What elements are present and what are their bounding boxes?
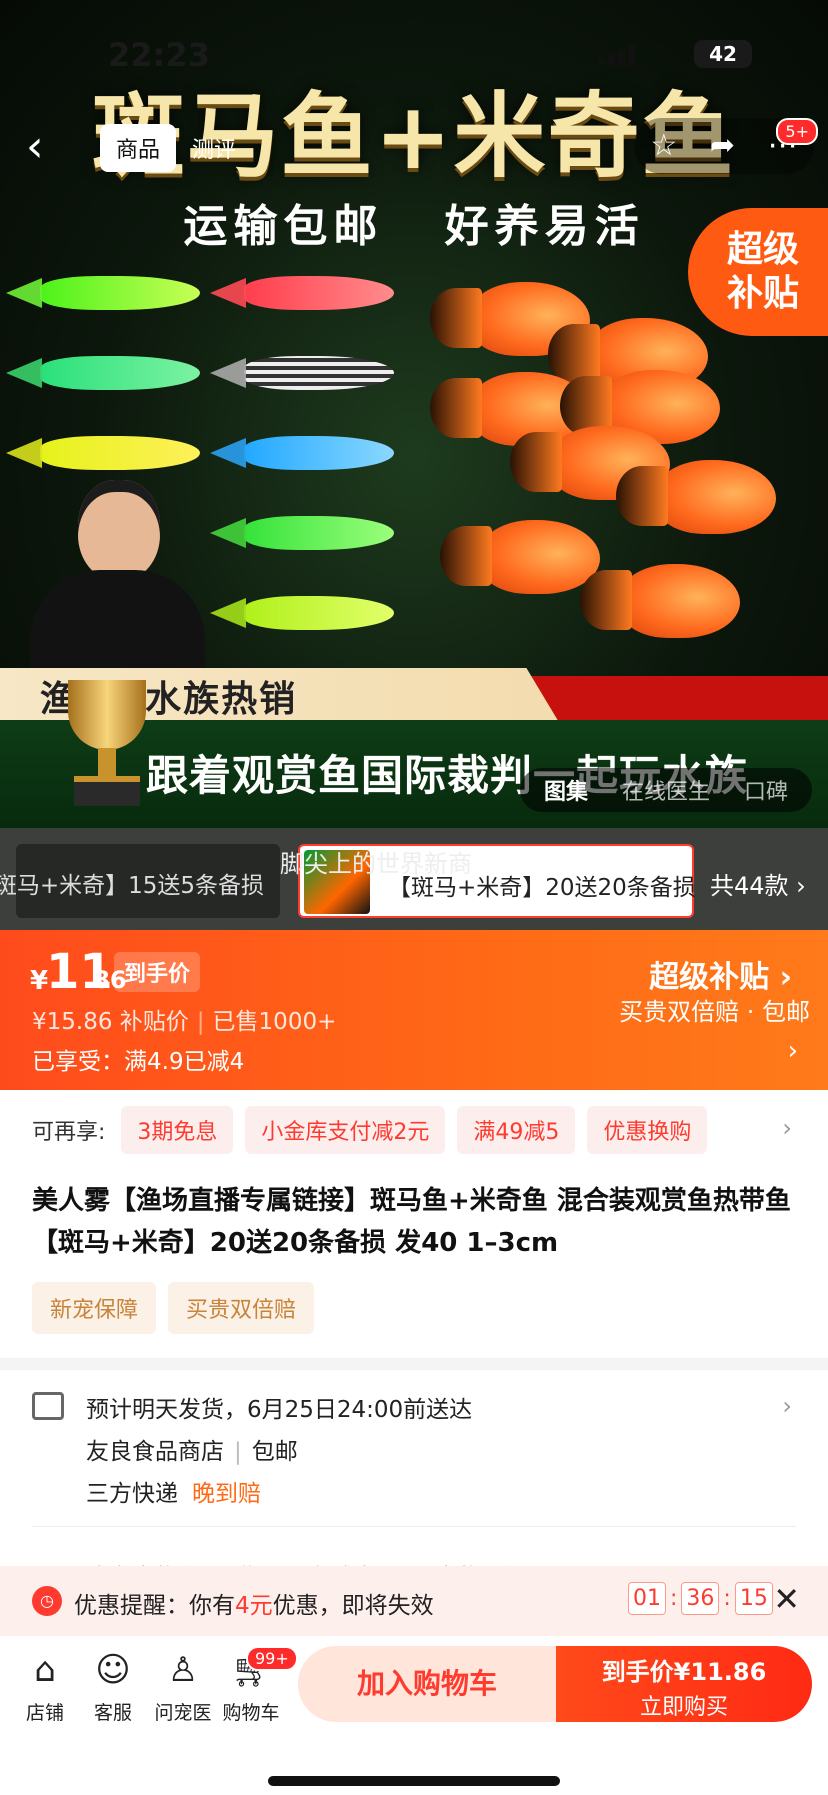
clock-icon: ◷ xyxy=(32,1586,62,1616)
discount-applied: 已享受：满4.9已减4 xyxy=(32,1049,245,1075)
notification-badge: 5+ xyxy=(776,118,818,145)
carrier: 三方快递 xyxy=(86,1481,178,1507)
tab-review[interactable]: 测评 xyxy=(192,132,236,164)
promo-row: 可再享: 3期免息 小金库支付减2元 满49减5 优惠换购 xyxy=(32,1106,708,1154)
variant-label: 斑马+米奇】15送5条备损 xyxy=(0,873,264,899)
close-icon[interactable]: ✕ xyxy=(773,1580,800,1618)
top-tabs: 商品 测评 xyxy=(100,124,236,172)
store-icon: ⌂ xyxy=(34,1650,56,1690)
price-banner[interactable]: ¥ 11 .86 到手价 ¥15.86 补贴价 | 已售1000+ 已享受：满4.9… xyxy=(0,930,828,1090)
zebra-fish xyxy=(6,276,200,310)
promo-chip[interactable]: 满49减5 xyxy=(457,1106,576,1154)
guarantee-text: 买贵双倍赔 · 包邮 xyxy=(619,998,810,1026)
zebra-fish xyxy=(210,516,394,550)
platy-fish xyxy=(616,460,776,534)
shop-line: 友良食品商店 | 包邮 xyxy=(86,1439,298,1465)
timer-seconds: 15 xyxy=(734,1582,773,1615)
tab-reputation[interactable]: 口碑 xyxy=(744,774,788,806)
sold-count: 已售1000+ xyxy=(212,1009,337,1035)
carrier-line: 三方快递 晚到赔 xyxy=(86,1474,261,1508)
promo-chip[interactable]: 3期免息 xyxy=(121,1106,234,1154)
final-price-tag: 到手价 xyxy=(114,952,201,992)
cart-badge: 99+ xyxy=(246,1646,298,1671)
service-badge[interactable]: 新宠保障 xyxy=(32,1282,157,1334)
divider xyxy=(32,1526,796,1527)
star-icon[interactable]: ☆ xyxy=(650,131,677,161)
promo-chip[interactable]: 优惠换购 xyxy=(587,1106,708,1154)
price-subline: ¥15.86 补贴价 | 已售1000+ xyxy=(32,1009,337,1035)
doctor-icon: ♙ xyxy=(167,1650,199,1690)
timer-hours: 01 xyxy=(628,1582,666,1615)
trophy-icon xyxy=(62,680,152,808)
pet-doctor-button[interactable]: ♙ 问宠医 xyxy=(148,1650,218,1725)
super-subsidy-link[interactable]: 超级补贴 › xyxy=(649,952,792,996)
chat-icon: ☺ xyxy=(95,1650,131,1690)
promo-label: 可再享: xyxy=(32,1120,106,1145)
zebra-fish xyxy=(210,596,394,630)
bottom-action-bar: ⌂ 店铺 ☺ 客服 ♙ 问宠医 🛒︎ 购物车 99+ 加入购物车 到手价¥11.… xyxy=(0,1636,828,1795)
coupon-reminder-bar[interactable]: ◷ 优惠提醒：你有4元优惠，即将失效 01: 36: 15 ✕ xyxy=(0,1566,828,1636)
zebra-fish xyxy=(210,276,394,310)
service-badges: 新宠保障 买贵双倍赔 xyxy=(32,1282,315,1334)
tab-online-doctor[interactable]: 在线医生 xyxy=(622,774,710,806)
variant-count-button[interactable]: 共44款 › xyxy=(710,866,806,901)
countdown-timer: 01: 36: 15 xyxy=(628,1582,773,1615)
platy-fish xyxy=(580,564,740,638)
buy-price: 到手价¥11.86 xyxy=(601,1658,767,1686)
platy-fish xyxy=(440,520,600,594)
status-bar: 22:23 ◠ 42 xyxy=(0,30,828,80)
store-button[interactable]: ⌂ 店铺 xyxy=(10,1650,80,1725)
presenter-photo xyxy=(30,470,205,700)
truck-icon xyxy=(32,1392,64,1420)
product-info-card: 可再享: 3期免息 小金库支付减2元 满49减5 优惠换购 › 美人雾【渔场直播… xyxy=(0,1090,828,1358)
chevron-right-icon[interactable]: › xyxy=(782,1114,792,1142)
buy-now-button[interactable]: 到手价¥11.86 立即购买 xyxy=(556,1646,812,1722)
gallery-tabs: 图集 在线医生 口碑 xyxy=(519,768,812,812)
zebra-fish xyxy=(210,356,394,390)
wifi-icon: ◠ xyxy=(650,40,671,68)
free-shipping: 包邮 xyxy=(251,1439,298,1465)
tab-gallery[interactable]: 图集 xyxy=(544,774,588,806)
original-price: ¥15.86 xyxy=(32,1009,113,1035)
battery-icon: 42 xyxy=(694,40,752,68)
variant-caption: 脚尖上的世界新商 xyxy=(280,850,472,878)
zebra-fish xyxy=(6,436,200,470)
home-indicator[interactable] xyxy=(268,1776,560,1786)
zebra-fish xyxy=(210,436,394,470)
super-subsidy-tag: 超级 补贴 xyxy=(688,208,828,336)
delivery-estimate: 预计明天发货，6月25日24:00前送达 xyxy=(86,1397,473,1423)
service-badge[interactable]: 买贵双倍赔 xyxy=(168,1282,315,1334)
chevron-right-icon[interactable]: › xyxy=(782,1392,792,1420)
product-title: 美人雾【渔场直播专属链接】斑马鱼+米奇鱼 混合装观赏鱼热带鱼 【斑马+米奇】20… xyxy=(32,1186,791,1258)
shop-name: 友良食品商店 xyxy=(86,1439,224,1465)
back-button[interactable]: ‹ xyxy=(26,122,70,172)
share-icon[interactable]: ➦ xyxy=(710,131,735,161)
zebra-fish xyxy=(6,356,200,390)
timer-minutes: 36 xyxy=(681,1582,720,1615)
promo-chip[interactable]: 小金库支付减2元 xyxy=(245,1106,446,1154)
customer-service-button[interactable]: ☺ 客服 xyxy=(78,1650,148,1725)
variant-option[interactable]: 斑马+米奇】15送5条备损 xyxy=(0,844,280,918)
subsidy-price-label: 补贴价 xyxy=(119,1009,189,1035)
add-to-cart-button[interactable]: 加入购物车 xyxy=(298,1646,556,1722)
reminder-amount: 4元 xyxy=(235,1593,273,1619)
shipping-card[interactable]: 预计明天发货，6月25日24:00前送达 › 友良食品商店 | 包邮 三方快递 晚到赔… xyxy=(0,1370,828,1591)
product-hero-image[interactable]: 斑马鱼+米奇鱼 运输包邮 好养易活 渔 友 水族热销 跟着观赏鱼国际裁判一起玩水… xyxy=(0,0,828,828)
buy-label: 立即购买 xyxy=(639,1695,728,1720)
reminder-text: 优惠提醒：你有4元优惠，即将失效 xyxy=(74,1593,434,1619)
late-compensation: 晚到赔 xyxy=(192,1481,261,1507)
chevron-left-icon: ‹ xyxy=(26,121,44,172)
cellular-signal-icon xyxy=(598,42,638,66)
status-time: 22:23 xyxy=(108,36,210,74)
chevron-right-icon[interactable]: › xyxy=(788,1036,798,1066)
tab-product[interactable]: 商品 xyxy=(100,124,177,172)
